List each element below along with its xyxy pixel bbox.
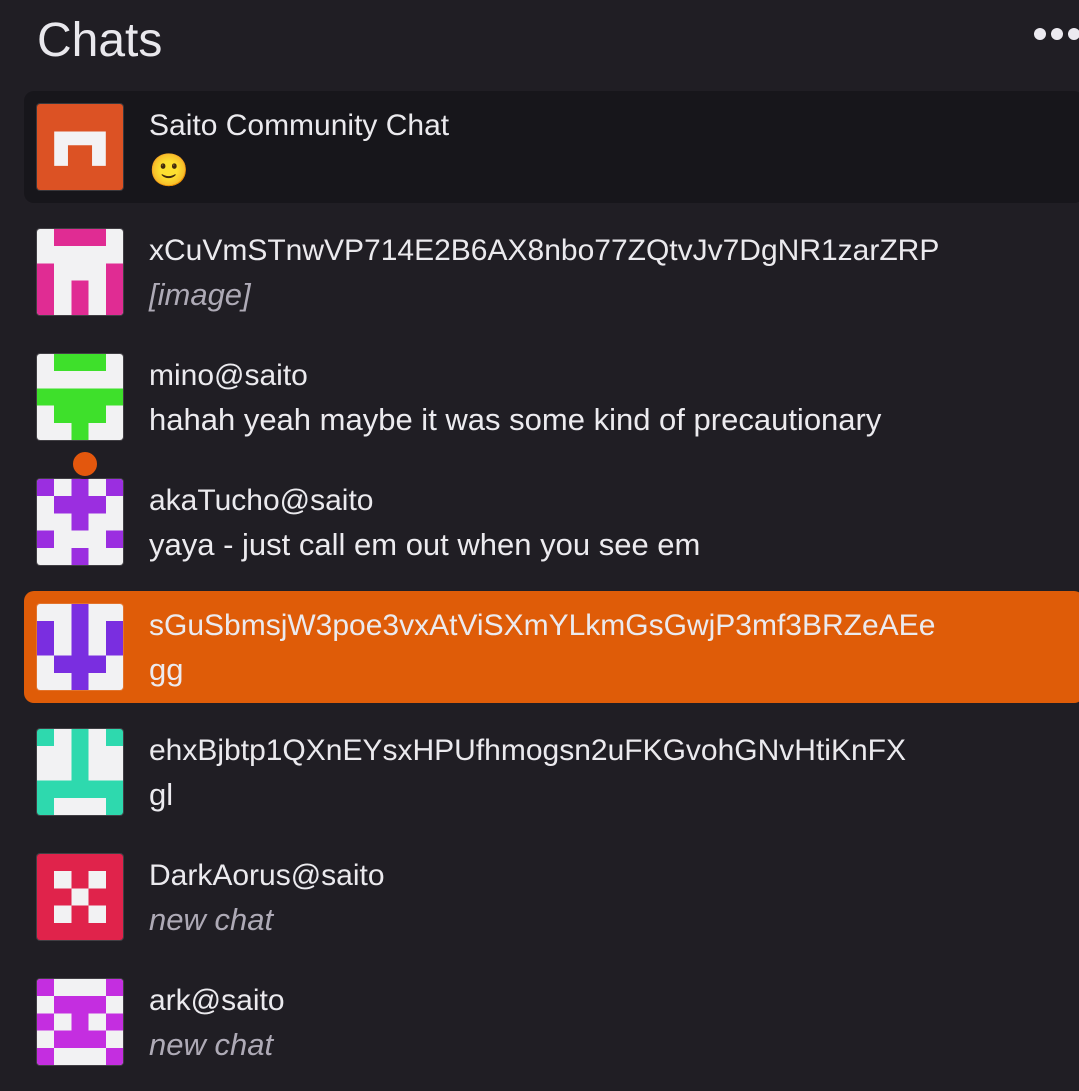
saito-logo-icon [37, 104, 123, 190]
chat-name: ehxBjbtp1QXnEYsxHPUfhmogsn2uFKGvohGNvHti… [149, 734, 906, 767]
chat-list: Saito Community Chat 🙂 xCuVmSTnwVP714E2B… [24, 91, 1079, 1091]
chat-item[interactable]: xCuVmSTnwVP714E2B6AX8nbo77ZQtvJv7DgNR1za… [24, 216, 1079, 328]
page-title: Chats [37, 14, 163, 67]
chat-name: ark@saito [149, 984, 285, 1017]
chat-item[interactable]: akaTucho@saito yaya - just call em out w… [24, 466, 1079, 578]
avatar [37, 229, 123, 315]
last-message: yaya - just call em out when you see em [149, 527, 701, 562]
chat-item[interactable]: ehxBjbtp1QXnEYsxHPUfhmogsn2uFKGvohGNvHti… [24, 716, 1079, 828]
chat-item[interactable]: ark@saito new chat [24, 966, 1079, 1078]
menu-dot [1051, 28, 1063, 40]
chat-item[interactable]: DarkAorus@saito new chat [24, 841, 1079, 953]
chat-header: Chats [0, 0, 1079, 88]
chat-name: mino@saito [149, 359, 308, 392]
avatar [37, 104, 123, 190]
online-status-indicator [70, 449, 100, 479]
last-message: [image] [149, 277, 251, 312]
chat-item-saito-community[interactable]: Saito Community Chat 🙂 [24, 91, 1079, 203]
chat-item-active[interactable]: sGuSbmsjW3poe3vxAtViSXmYLkmGsGwjP3mf3BRZ… [24, 591, 1079, 703]
menu-dot [1068, 28, 1079, 40]
avatar [37, 729, 123, 815]
last-message: gl [149, 777, 174, 812]
last-message: 🙂 [149, 152, 189, 188]
avatar [37, 854, 123, 940]
last-message: hahah yeah maybe it was some kind of pre… [149, 402, 882, 437]
chat-name: DarkAorus@saito [149, 859, 385, 892]
more-horizontal-icon[interactable] [1034, 28, 1079, 48]
chat-name: xCuVmSTnwVP714E2B6AX8nbo77ZQtvJv7DgNR1za… [149, 234, 940, 267]
chat-item[interactable]: mino@saito hahah yeah maybe it was some … [24, 341, 1079, 453]
last-message: gg [149, 652, 184, 687]
chat-name: sGuSbmsjW3poe3vxAtViSXmYLkmGsGwjP3mf3BRZ… [149, 609, 936, 642]
avatar [37, 604, 123, 690]
avatar [37, 354, 123, 440]
chat-name: Saito Community Chat [149, 109, 450, 142]
last-message: new chat [149, 902, 274, 937]
menu-dot [1034, 28, 1046, 40]
avatar [37, 479, 123, 565]
chat-name: akaTucho@saito [149, 484, 374, 517]
avatar [37, 979, 123, 1065]
last-message: new chat [149, 1027, 274, 1062]
